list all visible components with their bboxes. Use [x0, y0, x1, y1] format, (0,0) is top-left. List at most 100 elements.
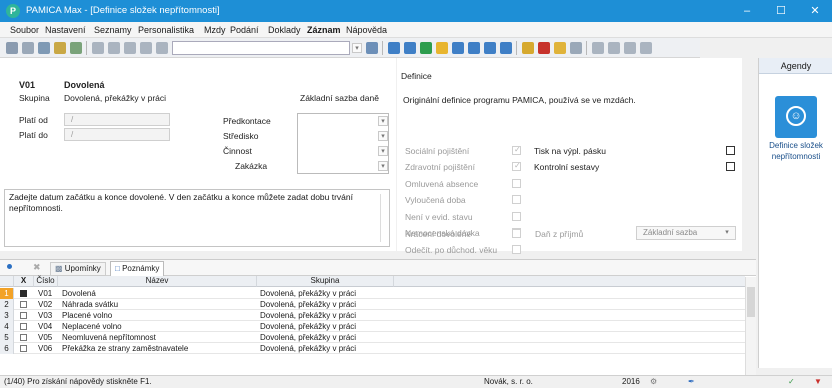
- option-checkbox[interactable]: [512, 212, 521, 221]
- group-label: Skupina: [19, 93, 50, 103]
- preview-icon[interactable]: [22, 42, 34, 54]
- tab-poznamky[interactable]: □ Poznámky: [110, 261, 165, 277]
- settings-icon[interactable]: ⚙: [650, 376, 657, 388]
- new-record-icon[interactable]: [92, 42, 104, 54]
- agenda-label[interactable]: Definice složek nepřítomnosti: [763, 140, 829, 162]
- menu-soubor[interactable]: Soubor: [10, 25, 39, 35]
- menu-seznamy[interactable]: Seznamy: [94, 25, 132, 35]
- table-row[interactable]: 5 V05 Neomluvená nepřítomnost Dovolená, …: [0, 332, 745, 343]
- status-year: 2016: [622, 377, 640, 386]
- chevron-down-icon[interactable]: ▾: [352, 43, 362, 53]
- cell-nazev: Dovolená: [62, 289, 96, 298]
- valid-to-field[interactable]: /: [64, 128, 170, 141]
- last-record-icon[interactable]: [468, 42, 480, 54]
- hint-scrollbar[interactable]: [380, 194, 387, 242]
- filter-icon[interactable]: ▼: [814, 376, 822, 388]
- quick-search-combo[interactable]: [172, 41, 350, 55]
- table-icon[interactable]: [592, 42, 604, 54]
- cinnost-label: Činnost: [223, 146, 252, 156]
- calendar-icon[interactable]: [156, 42, 168, 54]
- option-checkbox[interactable]: [512, 179, 521, 188]
- stredisko-dropdown[interactable]: ▾: [378, 131, 388, 141]
- column-header-nazev[interactable]: Název: [58, 276, 257, 287]
- base-rate-label: Základní sazba daně: [300, 93, 379, 103]
- folder-icon[interactable]: [554, 42, 566, 54]
- row-checkbox[interactable]: [20, 323, 27, 330]
- row-checkbox[interactable]: [20, 345, 27, 352]
- minimize-button[interactable]: –: [730, 0, 764, 22]
- agendy-title: Agendy: [759, 58, 832, 74]
- first-record-icon[interactable]: [388, 42, 400, 54]
- delete-icon[interactable]: [124, 42, 136, 54]
- kontrolni-checkbox[interactable]: [726, 162, 735, 171]
- print-icon[interactable]: [6, 42, 18, 54]
- column-header-skupina[interactable]: Skupina: [257, 276, 394, 287]
- scrollbar-thumb[interactable]: [747, 287, 755, 317]
- next-record-icon[interactable]: [452, 42, 464, 54]
- edit-icon[interactable]: ✒: [688, 376, 695, 388]
- import-icon[interactable]: [70, 42, 82, 54]
- predkontace-dropdown[interactable]: ▾: [378, 116, 388, 126]
- copy-icon[interactable]: [140, 42, 152, 54]
- table-row[interactable]: 4 V04 Neplacené volno Dovolená, překážky…: [0, 321, 745, 332]
- document-icon[interactable]: [570, 42, 582, 54]
- previous-record-icon[interactable]: [404, 42, 416, 54]
- toolbar-separator: [382, 41, 383, 55]
- grid-scrollbar[interactable]: [745, 277, 756, 375]
- valid-from-field[interactable]: /: [64, 113, 170, 126]
- option-checkbox[interactable]: ✓: [512, 161, 521, 171]
- option-checkbox[interactable]: [512, 245, 521, 254]
- zakazka-dropdown[interactable]: ▾: [378, 161, 388, 171]
- save-icon[interactable]: [108, 42, 120, 54]
- menu-doklady[interactable]: Doklady: [268, 25, 301, 35]
- form-icon[interactable]: [608, 42, 620, 54]
- tisk-checkbox[interactable]: [726, 146, 735, 155]
- tax-rate-select[interactable]: Základní sazba: [636, 226, 736, 240]
- edit-record-icon[interactable]: [436, 42, 448, 54]
- agenda-tile[interactable]: ☺: [775, 96, 817, 138]
- column-header-x[interactable]: X: [14, 276, 34, 287]
- menu-mzdy[interactable]: Mzdy: [204, 25, 226, 35]
- tisk-label: Tisk na výpl. pásku: [534, 146, 606, 156]
- maximize-button[interactable]: ☐: [764, 0, 798, 22]
- cinnost-dropdown[interactable]: ▾: [378, 146, 388, 156]
- row-checkbox[interactable]: [20, 312, 27, 319]
- export-icon[interactable]: [38, 42, 50, 54]
- tab-upominky[interactable]: ▩ Upomínky: [50, 262, 106, 276]
- menu-personalistika[interactable]: Personalistika: [138, 25, 194, 35]
- option-checkbox[interactable]: [512, 229, 521, 238]
- menu-napoveda[interactable]: Nápověda: [346, 25, 387, 35]
- predkontace-label: Předkontace: [223, 116, 271, 126]
- open-icon[interactable]: [54, 42, 66, 54]
- option-checkbox[interactable]: ✓: [512, 145, 521, 155]
- row-checkbox[interactable]: [20, 334, 27, 341]
- cell-skupina: Dovolená, překážky v práci: [260, 300, 357, 309]
- menu-zaznam[interactable]: Záznam: [307, 25, 341, 35]
- table-row[interactable]: 6 V06 Překážka ze strany zaměstnavatele …: [0, 343, 745, 354]
- settings-icon[interactable]: [624, 42, 636, 54]
- table-row[interactable]: 3 V03 Placené volno Dovolená, překážky v…: [0, 310, 745, 321]
- row-checkbox[interactable]: [20, 290, 27, 297]
- filter-apply-icon[interactable]: [522, 42, 534, 54]
- option-checkbox[interactable]: [512, 195, 521, 204]
- refresh-icon[interactable]: [484, 42, 496, 54]
- column-header-cislo[interactable]: Číslo: [34, 276, 58, 287]
- add-record-icon[interactable]: [420, 42, 432, 54]
- ok-icon[interactable]: ✓: [788, 376, 795, 388]
- filter-icon[interactable]: [366, 42, 378, 54]
- table-row[interactable]: 2 V02 Náhrada svátku Dovolená, překážky …: [0, 299, 745, 310]
- status-company: Novák, s. r. o.: [484, 377, 533, 386]
- table-row[interactable]: 1 V01 Dovolená Dovolená, překážky v prác…: [0, 288, 745, 299]
- menu-podani[interactable]: Podání: [230, 25, 259, 35]
- close-button[interactable]: ✕: [798, 0, 832, 22]
- menu-nastaveni[interactable]: Nastavení: [45, 25, 86, 35]
- hint-textbox[interactable]: Zadejte datum začátku a konce dovolené. …: [4, 189, 390, 247]
- toolbar-separator: [86, 41, 87, 55]
- list-icon[interactable]: [500, 42, 512, 54]
- definice-panel: Definice Originální definice programu PA…: [397, 58, 742, 255]
- chevron-down-icon[interactable]: ▾: [722, 228, 732, 238]
- filter-clear-icon[interactable]: [538, 42, 550, 54]
- row-checkbox[interactable]: [20, 301, 27, 308]
- attachment-icon[interactable]: ✖: [33, 262, 41, 273]
- tools-icon[interactable]: [640, 42, 652, 54]
